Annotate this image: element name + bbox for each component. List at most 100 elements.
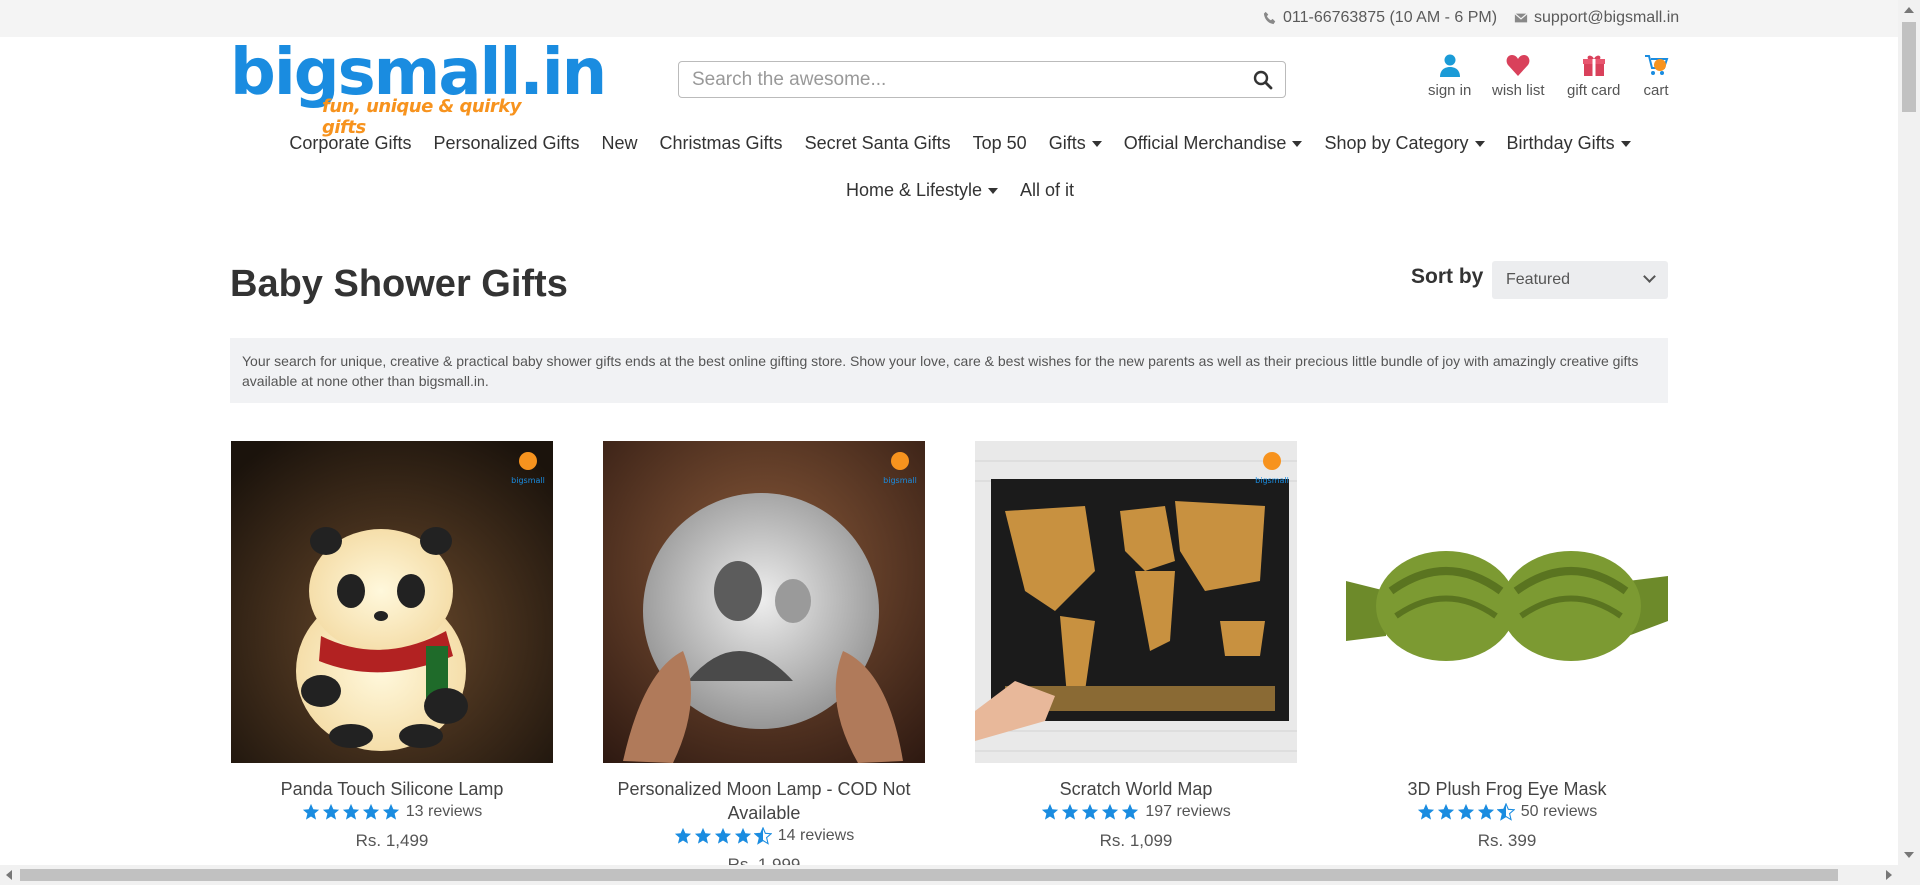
scroll-left-icon[interactable] bbox=[6, 870, 12, 880]
page-title: Baby Shower Gifts bbox=[230, 263, 568, 305]
sort-label: Sort by bbox=[1411, 265, 1484, 288]
nav-label: Corporate Gifts bbox=[289, 133, 412, 153]
product-image[interactable]: bigsmall bbox=[603, 441, 925, 763]
envelope-icon bbox=[1514, 13, 1528, 23]
star-icon bbox=[734, 827, 751, 844]
star-icon bbox=[1122, 803, 1139, 820]
scrollbar-thumb[interactable] bbox=[1902, 22, 1916, 112]
nav-label: Home & Lifestyle bbox=[845, 180, 983, 200]
nav-gifts[interactable]: Gifts bbox=[1049, 133, 1102, 154]
vertical-scrollbar[interactable] bbox=[1898, 0, 1920, 865]
product-card[interactable]: bigsmall Personalized Moon Lamp - COD No… bbox=[603, 441, 925, 875]
star-icon bbox=[322, 803, 339, 820]
product-name[interactable]: 3D Plush Frog Eye Mask bbox=[1346, 777, 1668, 801]
nav-secret-santa-gifts[interactable]: Secret Santa Gifts bbox=[805, 133, 951, 154]
svg-text:bigsmall: bigsmall bbox=[511, 476, 545, 485]
horizontal-scrollbar[interactable] bbox=[0, 865, 1920, 885]
caret-down-icon bbox=[1292, 140, 1303, 147]
nav-label: Birthday Gifts bbox=[1506, 133, 1615, 153]
nav-label: All of it bbox=[1020, 180, 1075, 200]
nav-label: Christmas Gifts bbox=[659, 133, 783, 153]
scrollbar-thumb[interactable] bbox=[20, 869, 1838, 881]
logo-tagline: fun, unique & quirky gifts bbox=[322, 96, 521, 138]
caret-down-icon bbox=[1091, 140, 1102, 147]
nav-new[interactable]: New bbox=[602, 133, 638, 154]
nav-label: Top 50 bbox=[972, 133, 1027, 153]
support-email: support@bigsmall.in bbox=[1534, 9, 1680, 26]
search-box bbox=[678, 61, 1286, 98]
wish-list-label: wish list bbox=[1492, 82, 1545, 99]
star-icon bbox=[1437, 803, 1454, 820]
review-count[interactable]: 197 reviews bbox=[1145, 803, 1230, 821]
nav-home-lifestyle[interactable]: Home & Lifestyle bbox=[845, 180, 999, 201]
nav-label: Official Merchandise bbox=[1123, 133, 1287, 153]
cart-link[interactable]: cart bbox=[1643, 52, 1669, 99]
star-icon bbox=[1417, 803, 1434, 820]
watermark-logo-icon: bigsmall bbox=[883, 452, 917, 485]
heart-icon bbox=[1506, 55, 1530, 76]
search-input[interactable] bbox=[679, 62, 1219, 97]
svg-text:bigsmall: bigsmall bbox=[883, 476, 917, 485]
star-icon bbox=[694, 827, 711, 844]
top-utility-bar: 011-66763875 (10 AM - 6 PM) support@bigs… bbox=[0, 0, 1898, 37]
review-count[interactable]: 50 reviews bbox=[1521, 803, 1597, 821]
sort-select[interactable]: Featured bbox=[1492, 261, 1668, 299]
nav-label: Personalized Gifts bbox=[433, 133, 580, 153]
product-image[interactable] bbox=[1346, 441, 1668, 763]
product-price: Rs. 399 bbox=[1477, 831, 1537, 850]
magnifier-icon[interactable] bbox=[1253, 70, 1273, 90]
star-icon bbox=[342, 803, 359, 820]
review-count[interactable]: 13 reviews bbox=[406, 803, 482, 821]
nav-birthday-gifts[interactable]: Birthday Gifts bbox=[1507, 133, 1631, 154]
cart-icon bbox=[1645, 55, 1669, 75]
scroll-up-icon[interactable] bbox=[1904, 7, 1914, 13]
watermark-logo-icon: bigsmall bbox=[511, 452, 545, 485]
phone-contact[interactable]: 011-66763875 (10 AM - 6 PM) bbox=[1263, 9, 1497, 27]
star-half-icon bbox=[753, 827, 772, 845]
main-nav-row-2: Home & Lifestyle All of it bbox=[0, 180, 1920, 201]
nav-shop-by-category[interactable]: Shop by Category bbox=[1324, 133, 1485, 154]
gift-icon bbox=[1582, 55, 1605, 76]
nav-top-50[interactable]: Top 50 bbox=[973, 133, 1027, 154]
nav-label: New bbox=[601, 133, 638, 153]
product-rating: 197 reviews bbox=[975, 803, 1297, 821]
phone-number: 011-66763875 (10 AM - 6 PM) bbox=[1283, 9, 1498, 26]
nav-official-merchandise[interactable]: Official Merchandise bbox=[1124, 133, 1303, 154]
product-name[interactable]: Scratch World Map bbox=[975, 777, 1297, 801]
product-rating: 50 reviews bbox=[1346, 803, 1668, 821]
product-price: Rs. 1,099 bbox=[1099, 831, 1173, 850]
main-nav: Corporate Gifts Personalized Gifts New C… bbox=[0, 133, 1920, 154]
nav-all-of-it[interactable]: All of it bbox=[1020, 180, 1074, 201]
review-count[interactable]: 14 reviews bbox=[778, 827, 854, 845]
star-icon bbox=[362, 803, 379, 820]
wish-list-link[interactable]: wish list bbox=[1492, 52, 1545, 99]
nav-personalized-gifts[interactable]: Personalized Gifts bbox=[433, 133, 579, 154]
product-image[interactable]: bigsmall bbox=[231, 441, 553, 763]
star-icon bbox=[382, 803, 399, 820]
product-rating: 13 reviews bbox=[231, 803, 553, 821]
gift-card-label: gift card bbox=[1567, 82, 1621, 99]
nav-label: Gifts bbox=[1048, 133, 1086, 153]
star-half-icon bbox=[1496, 803, 1515, 821]
watermark-logo-icon: bigsmall bbox=[1255, 452, 1289, 485]
product-card[interactable]: 3D Plush Frog Eye Mask 50 reviews Rs. 39… bbox=[1346, 441, 1668, 851]
svg-text:bigsmall: bigsmall bbox=[1255, 476, 1289, 485]
product-image[interactable]: bigsmall bbox=[975, 441, 1297, 763]
scroll-right-icon[interactable] bbox=[1886, 870, 1892, 880]
product-card[interactable]: bigsmall Scratch World Map 197 reviews R… bbox=[975, 441, 1297, 851]
nav-corporate-gifts[interactable]: Corporate Gifts bbox=[289, 133, 411, 154]
gift-card-link[interactable]: gift card bbox=[1567, 52, 1620, 99]
star-icon bbox=[1457, 803, 1474, 820]
cart-label: cart bbox=[1643, 82, 1669, 99]
scroll-down-icon[interactable] bbox=[1904, 852, 1914, 858]
sign-in-link[interactable]: sign in bbox=[1428, 52, 1471, 99]
email-contact[interactable]: support@bigsmall.in bbox=[1514, 9, 1679, 27]
product-name[interactable]: Personalized Moon Lamp - COD Not Availab… bbox=[603, 777, 925, 825]
nav-christmas-gifts[interactable]: Christmas Gifts bbox=[660, 133, 783, 154]
sign-in-label: sign in bbox=[1428, 82, 1472, 99]
site-logo[interactable]: bigsmall.in fun, unique & quirky gifts bbox=[230, 40, 607, 138]
star-icon bbox=[714, 827, 731, 844]
product-card[interactable]: bigsmall Panda Touch Silicone Lamp 13 re… bbox=[231, 441, 553, 851]
collection-description: Your search for unique, creative & pract… bbox=[230, 338, 1668, 403]
product-name[interactable]: Panda Touch Silicone Lamp bbox=[231, 777, 553, 801]
